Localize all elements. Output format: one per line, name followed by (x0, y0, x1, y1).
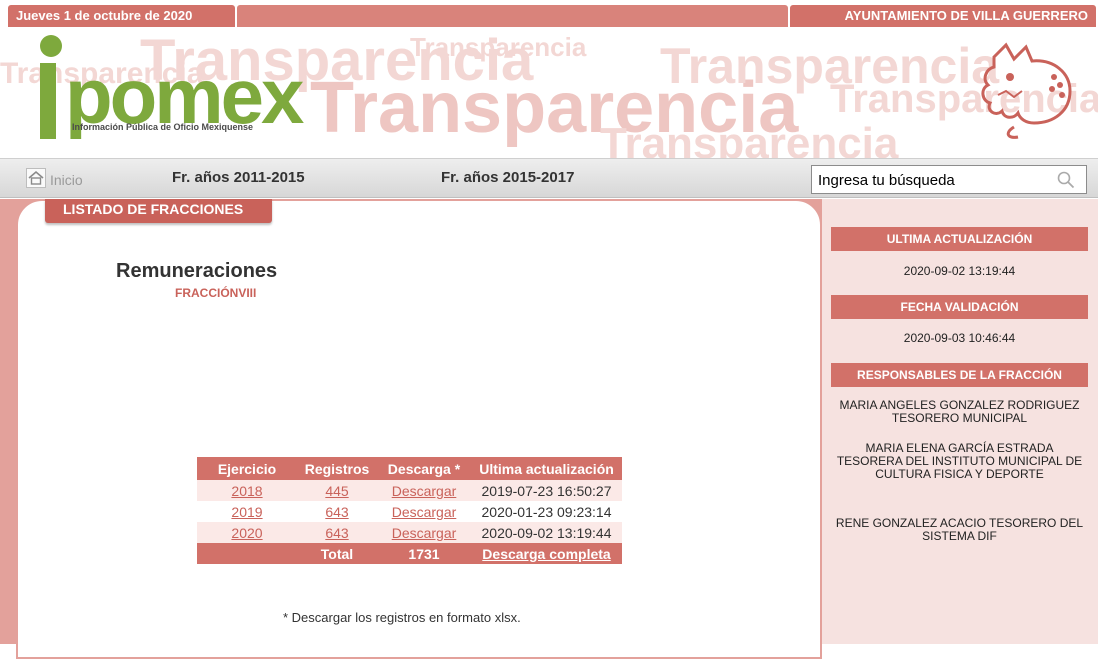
search-input[interactable] (818, 169, 1048, 191)
home-icon[interactable] (26, 168, 46, 188)
registros-link[interactable]: 643 (325, 504, 348, 520)
last-update-cell: 2020-09-02 13:19:44 (471, 522, 622, 543)
responsables-header: RESPONSABLES DE LA FRACCIÓN (831, 363, 1088, 387)
top-bar-spacer (237, 5, 788, 27)
dragon-mascot-icon (981, 42, 1072, 139)
download-note-text: * Descargar los registros en formato (283, 610, 495, 625)
page-subtitle: FRACCIÓNVIII (175, 286, 257, 300)
search-icon[interactable] (1057, 171, 1075, 189)
nav-home-link[interactable]: Inicio (50, 172, 83, 188)
ejercicio-link[interactable]: 2019 (231, 504, 262, 520)
ejercicio-link[interactable]: 2018 (231, 483, 262, 499)
records-table: Ejercicio Registros Descarga * Ultima ac… (197, 457, 622, 564)
registros-link[interactable]: 643 (325, 525, 348, 541)
logo-subtitle: Información Pública de Oficio Mexiquense (72, 122, 254, 132)
total-label: Total (297, 543, 377, 564)
last-update-value: 2020-09-02 13:19:44 (903, 264, 1016, 278)
download-link[interactable]: Descargar (392, 525, 457, 541)
search-box (811, 165, 1087, 194)
organization-name: AYUNTAMIENTO DE VILLA GUERRERO (790, 5, 1096, 27)
banner-background-word: Transparencia (600, 119, 899, 158)
logo-dot (40, 35, 62, 57)
table-row: 2018 445 Descargar 2019-07-23 16:50:27 (197, 480, 622, 501)
download-all-link[interactable]: Descarga completa (482, 546, 610, 562)
download-link[interactable]: Descargar (392, 504, 457, 520)
responsable-item: MARIA ANGELES GONZALEZ RODRIGUEZ TESORER… (839, 398, 1080, 425)
table-row: 2019 643 Descargar 2020-01-23 09:23:14 (197, 501, 622, 522)
last-update-header: ULTIMA ACTUALIZACIÓN (831, 227, 1088, 251)
table-header-row: Ejercicio Registros Descarga * Ultima ac… (197, 457, 622, 480)
table-footer-row: Total 1731 Descarga completa (197, 543, 622, 564)
col-header-ultima-actualizacion: Ultima actualización (471, 457, 622, 480)
last-update-cell: 2020-01-23 09:23:14 (471, 501, 622, 522)
footer-empty-cell (197, 543, 297, 564)
last-update-cell: 2019-07-23 16:50:27 (471, 480, 622, 501)
table-row: 2020 643 Descargar 2020-09-02 13:19:44 (197, 522, 622, 543)
logo-bar (40, 63, 56, 139)
responsable-item: RENE GONZALEZ ACACIO TESORERO DEL SISTEM… (835, 516, 1084, 543)
download-note-format: xlsx. (494, 610, 521, 625)
nav-link-2011-2015[interactable]: Fr. años 2011-2015 (172, 169, 305, 186)
total-value: 1731 (377, 543, 471, 564)
banner-background-word: Transparencia (410, 32, 587, 62)
fractions-list-tab[interactable]: LISTADO DE FRACCIONES (45, 199, 272, 223)
current-date: Jueves 1 de octubre de 2020 (8, 5, 235, 27)
download-note: * Descargar los registros en formato xls… (283, 610, 521, 625)
col-header-descarga: Descarga * (377, 457, 471, 480)
download-link[interactable]: Descargar (392, 483, 457, 499)
top-bar: Jueves 1 de octubre de 2020 AYUNTAMIENTO… (0, 0, 1098, 28)
nav-link-2015-2017[interactable]: Fr. años 2015-2017 (441, 169, 574, 186)
registros-link[interactable]: 445 (325, 483, 348, 499)
col-header-ejercicio: Ejercicio (197, 457, 297, 480)
col-header-registros: Registros (297, 457, 377, 480)
validation-date-value: 2020-09-03 10:46:44 (903, 331, 1016, 345)
responsable-item: MARIA ELENA GARCÍA ESTRADA TESORERA DEL … (836, 441, 1083, 481)
ejercicio-link[interactable]: 2020 (231, 525, 262, 541)
page-title: Remuneraciones (116, 260, 278, 282)
ipomex-logo[interactable]: pomex Información Pública de Oficio Mexi… (32, 35, 312, 145)
validation-date-header: FECHA VALIDACIÓN (831, 295, 1088, 319)
